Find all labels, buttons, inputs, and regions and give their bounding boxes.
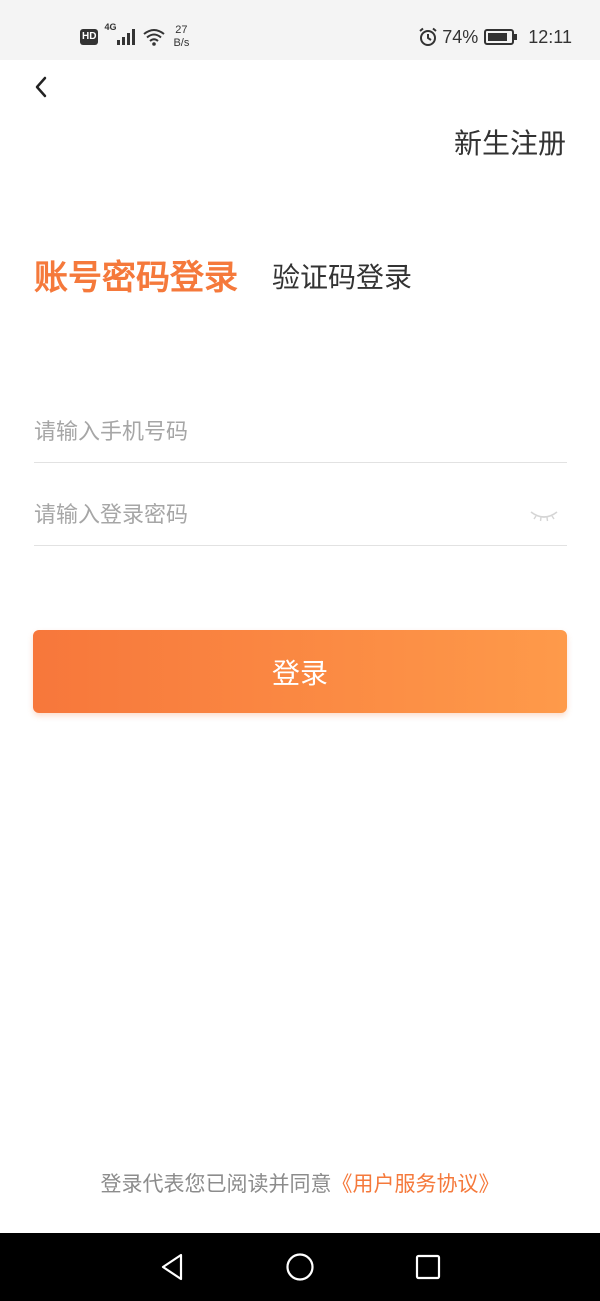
nav-back-button[interactable] xyxy=(154,1249,190,1285)
eye-closed-icon xyxy=(530,511,558,522)
tab-password-login[interactable]: 账号密码登录 xyxy=(34,250,238,299)
signal-icon xyxy=(117,29,136,45)
register-link[interactable]: 新生注册 xyxy=(454,122,566,162)
status-right: 74% 12:11 xyxy=(418,22,572,52)
system-nav-bar xyxy=(0,1233,600,1301)
nav-home-icon xyxy=(286,1253,314,1281)
alarm-icon xyxy=(419,27,437,46)
nav-recents-button[interactable] xyxy=(410,1249,446,1285)
tab-code-login[interactable]: 验证码登录 xyxy=(272,256,412,296)
clock: 12:11 xyxy=(528,26,572,47)
agreement-text: 登录代表您已阅读并同意 xyxy=(100,1172,332,1196)
status-left: HD 4G 27 B/s xyxy=(80,20,189,54)
wifi-icon xyxy=(143,29,166,46)
network-speed: 27 B/s xyxy=(173,24,189,50)
phone-input[interactable] xyxy=(34,419,504,445)
back-chevron-icon xyxy=(35,76,47,98)
network-type: 4G xyxy=(104,22,117,32)
user-agreement-link[interactable]: 《用户服务协议》 xyxy=(332,1172,500,1196)
login-button[interactable]: 登录 xyxy=(33,630,567,713)
phone-field xyxy=(34,402,567,463)
password-field xyxy=(34,485,567,546)
nav-back-icon xyxy=(161,1253,183,1281)
hd-badge: HD xyxy=(80,29,99,45)
network-speed-value: 27 xyxy=(175,24,188,36)
network-speed-unit: B/s xyxy=(173,37,190,49)
login-mode-tabs: 账号密码登录 验证码登录 xyxy=(34,250,412,299)
password-visibility-toggle[interactable] xyxy=(527,503,561,527)
agreement-notice: 登录代表您已阅读并同意《用户服务协议》 xyxy=(0,1168,600,1198)
nav-home-button[interactable] xyxy=(282,1249,318,1285)
battery-percent: 74% xyxy=(442,26,479,47)
status-bar: HD 4G 27 B/s 74% 12:11 xyxy=(0,0,600,60)
password-input[interactable] xyxy=(34,502,504,528)
back-button[interactable] xyxy=(24,70,58,104)
battery-icon xyxy=(484,29,518,45)
nav-recents-icon xyxy=(415,1254,441,1280)
